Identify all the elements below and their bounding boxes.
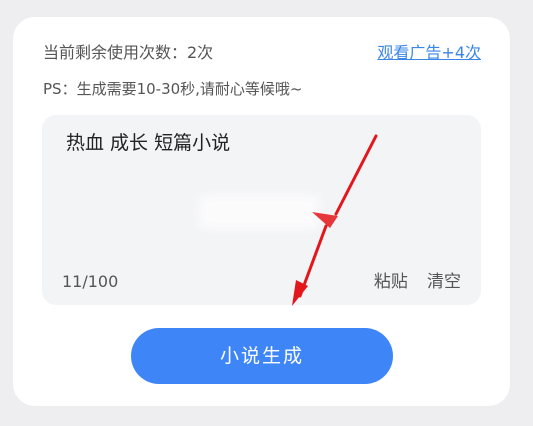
paste-button[interactable]: 粘贴 bbox=[374, 272, 408, 292]
prompt-textarea[interactable]: 热血 成长 短篇小说 11/100 粘贴 清空 bbox=[42, 115, 481, 305]
generate-novel-button[interactable]: 小说生成 bbox=[131, 328, 393, 384]
blurred-region bbox=[199, 195, 319, 229]
watch-ad-link[interactable]: 观看广告+4次 bbox=[377, 41, 481, 65]
clear-button[interactable]: 清空 bbox=[427, 272, 461, 292]
prompt-text: 热血 成长 短篇小说 bbox=[66, 132, 231, 154]
ps-note: PS：生成需要10-30秒,请耐心等候哦~ bbox=[43, 80, 303, 98]
remaining-uses-text: 当前剩余使用次数：2次 bbox=[43, 43, 214, 62]
generation-card: 当前剩余使用次数：2次 观看广告+4次 PS：生成需要10-30秒,请耐心等候哦… bbox=[13, 17, 510, 406]
char-counter: 11/100 bbox=[62, 272, 119, 291]
usage-row: 当前剩余使用次数：2次 观看广告+4次 bbox=[43, 41, 481, 65]
editor-actions: 粘贴 清空 bbox=[360, 271, 461, 293]
